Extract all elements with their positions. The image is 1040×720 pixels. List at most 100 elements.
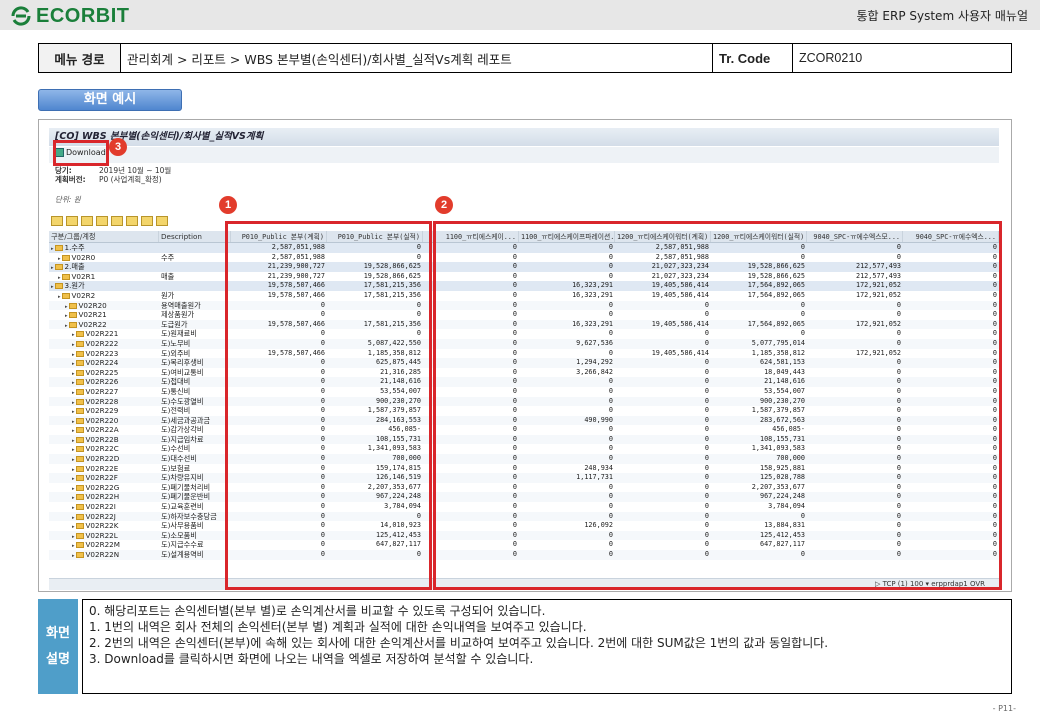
row-value: 0 bbox=[320, 550, 325, 558]
row-value: 0 bbox=[800, 310, 805, 319]
table-row[interactable]: ▸ V02R22K 도)사무용품비 0 14,010,923 0 126,092 0 13,88… bbox=[49, 521, 999, 531]
row-value: 700,000 bbox=[392, 454, 421, 463]
table-row[interactable]: ▸ V02R22A 도)감가상각비 0 456,085- 0 0 0 456,085- 0 0 bbox=[49, 425, 999, 435]
alv-tool-icon[interactable] bbox=[141, 216, 153, 226]
expand-icon[interactable]: ▸ bbox=[72, 389, 75, 397]
column-header[interactable]: 1100_ㅠ티에스케이... bbox=[423, 231, 519, 242]
alv-tool-icon[interactable] bbox=[126, 216, 138, 226]
expand-icon[interactable]: ▸ bbox=[72, 456, 75, 464]
expand-icon[interactable]: ▸ bbox=[72, 351, 75, 359]
table-row[interactable]: ▸ V02R1 매출 21,239,900,727 19,528,866,625 0 0 21… bbox=[49, 272, 999, 282]
expand-icon[interactable]: ▸ bbox=[72, 446, 75, 454]
column-header[interactable]: 1100_ㅠ티에스케이프파레이션... bbox=[519, 231, 615, 242]
plan-value: P0 (사업계획_확정) bbox=[99, 175, 162, 184]
expand-icon[interactable]: ▸ bbox=[72, 523, 75, 531]
expand-icon[interactable]: ▸ bbox=[72, 552, 75, 560]
table-row[interactable]: ▸ V02R22G 도)폐기물처리비 0 2,207,353,677 0 0 0 2,207,3… bbox=[49, 483, 999, 493]
expand-icon[interactable]: ▸ bbox=[58, 293, 61, 301]
column-header[interactable]: 1200_ㅠ티에스케이워터(실적) bbox=[711, 231, 807, 242]
expand-icon[interactable]: ▸ bbox=[72, 542, 75, 550]
table-row[interactable]: ▸ V02R221 도)원재료비 0 0 0 0 0 0 0 0 bbox=[49, 329, 999, 339]
expand-icon[interactable]: ▸ bbox=[72, 399, 75, 407]
column-header[interactable]: P010_Public 본부(실적) bbox=[327, 231, 423, 242]
expand-icon[interactable]: ▸ bbox=[72, 331, 75, 339]
table-row[interactable]: ▸ V02R22 도급원가 19,578,507,466 17,581,215,356 0… bbox=[49, 319, 999, 330]
column-header[interactable]: 9040_SPC-ㅠ에수엑스모... bbox=[807, 231, 903, 242]
table-row[interactable]: ▸ 1.수주 2,587,051,988 0 0 0 2,587,051,988 0 0 0 bbox=[49, 243, 999, 253]
table-row[interactable]: ▸ V02R22F 도)차량유지비 0 126,146,519 0 1,117,731 0 12… bbox=[49, 473, 999, 483]
table-row[interactable]: ▸ V02R22M 도)지급수수료 0 647,827,117 0 0 0 647,827,11… bbox=[49, 540, 999, 550]
table-row[interactable]: ▸ V02R22D 도)대수선비 0 700,000 0 0 0 700,000 0 0 bbox=[49, 454, 999, 464]
table-row[interactable]: ▸ V02R22I 도)교육훈련비 0 3,784,094 0 0 0 3,784,094 0 0 bbox=[49, 502, 999, 512]
table-row[interactable]: ▸ V02R227 도)통신비 0 53,554,007 0 0 0 53,554,007 0 0 bbox=[49, 387, 999, 397]
table-row[interactable]: ▸ V02R21 제상품원가 0 0 0 0 0 0 0 0 bbox=[49, 310, 999, 320]
table-row[interactable]: ▸ V02R22B 도)지급임차료 0 108,155,731 0 0 0 108,155,73… bbox=[49, 434, 999, 445]
row-value: 0 bbox=[512, 463, 517, 472]
table-row[interactable]: ▸ V02R229 도)전력비 0 1,587,379,857 0 0 0 1,587,379,… bbox=[49, 406, 999, 416]
expand-icon[interactable]: ▸ bbox=[65, 322, 68, 330]
table-row[interactable]: ▸ V02R20 용역매출원가 0 0 0 0 0 0 0 0 bbox=[49, 300, 999, 311]
column-header[interactable]: 구분/그룹/계정 bbox=[49, 231, 159, 242]
expand-icon[interactable]: ▸ bbox=[65, 303, 68, 311]
table-row[interactable]: ▸ V02R22L 도)소모품비 0 125,412,453 0 0 0 125,412,453… bbox=[49, 530, 999, 541]
expand-icon[interactable]: ▸ bbox=[72, 379, 75, 387]
expand-icon[interactable]: ▸ bbox=[72, 360, 75, 368]
column-header[interactable]: P010_Public 본부(계획) bbox=[231, 231, 327, 242]
row-code: ▸ V02R226 bbox=[49, 377, 159, 387]
table-row[interactable]: ▸ 2.매출 21,239,900,727 19,528,866,625 0 0 21,02… bbox=[49, 262, 999, 272]
expand-icon[interactable]: ▸ bbox=[72, 370, 75, 378]
table-row[interactable]: ▸ V02R22C 도)수선비 0 1,341,093,583 0 0 0 1,341,093,… bbox=[49, 444, 999, 454]
expand-icon[interactable]: ▸ bbox=[72, 408, 75, 416]
expand-icon[interactable]: ▸ bbox=[51, 245, 54, 253]
report-grid[interactable]: 구분/그룹/계정 Description P010_Public 본부(계획) P01… bbox=[49, 231, 999, 579]
table-row[interactable]: ▸ V02R22H 도)폐기물운반비 0 967,224,248 0 0 0 967,224,2… bbox=[49, 492, 999, 503]
alv-tool-icon[interactable] bbox=[81, 216, 93, 226]
expand-icon[interactable]: ▸ bbox=[72, 437, 75, 445]
table-row[interactable]: ▸ V02R223 도)외주비 19,578,507,466 1,185,358,812… bbox=[49, 349, 999, 359]
expand-icon[interactable]: ▸ bbox=[51, 283, 54, 291]
alv-tool-icon[interactable] bbox=[51, 216, 63, 226]
row-value: 967,224,248 bbox=[375, 492, 421, 501]
expand-icon[interactable]: ▸ bbox=[65, 312, 68, 320]
expand-icon[interactable]: ▸ bbox=[72, 418, 75, 426]
download-button[interactable]: Download bbox=[55, 148, 106, 157]
expand-icon[interactable]: ▸ bbox=[51, 264, 54, 272]
table-row[interactable]: ▸ V02R224 도)복리후생비 0 625,875,445 0 1,294,292 0 62… bbox=[49, 358, 999, 368]
table-row[interactable]: ▸ V02R222 도)노무비 0 5,087,422,550 0 9,627,536 0 5,… bbox=[49, 338, 999, 349]
table-row[interactable]: ▸ V02R0 수주 2,587,051,988 0 0 0 2,587,051,988 0 0 0 bbox=[49, 253, 999, 263]
row-code: ▸ V02R227 bbox=[49, 387, 159, 397]
expand-icon[interactable]: ▸ bbox=[72, 341, 75, 349]
column-header[interactable]: Description bbox=[159, 231, 231, 242]
expand-icon[interactable]: ▸ bbox=[58, 255, 61, 263]
table-row[interactable]: ▸ V02R22N 도)설계용역비 0 0 0 0 0 0 0 0 bbox=[49, 550, 999, 560]
row-description: 도)차량유지비 bbox=[161, 473, 204, 483]
table-row[interactable]: ▸ 3.원가 19,578,507,466 17,581,215,356 0 16,323… bbox=[49, 281, 999, 291]
expand-icon[interactable]: ▸ bbox=[72, 466, 75, 474]
row-value: 19,405,586,414 bbox=[651, 281, 709, 290]
table-row[interactable]: ▸ V02R220 도)세금과공과금 0 284,163,553 0 490,990 0 283… bbox=[49, 415, 999, 426]
folder-icon bbox=[61, 292, 70, 299]
expand-icon[interactable]: ▸ bbox=[72, 494, 75, 502]
table-row[interactable]: ▸ V02R228 도)수도광열비 0 900,230,270 0 0 0 900,230,27… bbox=[49, 396, 999, 407]
table-row[interactable]: ▸ V02R22E 도)보험료 0 159,174,815 0 248,934 0 158,92… bbox=[49, 464, 999, 474]
column-header[interactable]: 9040_SPC-ㅠ에수엑스... bbox=[903, 231, 999, 242]
expand-icon[interactable]: ▸ bbox=[72, 485, 75, 493]
table-row[interactable]: ▸ V02R2 원가 19,578,507,466 17,581,215,356 0 16,… bbox=[49, 291, 999, 301]
row-value: 0 bbox=[800, 329, 805, 338]
alv-tool-icon[interactable] bbox=[66, 216, 78, 226]
expand-icon[interactable]: ▸ bbox=[72, 427, 75, 435]
table-row[interactable]: ▸ V02R225 도)여비교통비 0 21,316,285 0 3,266,842 0 18,… bbox=[49, 368, 999, 378]
column-header[interactable]: 1200_ㅠ티에스케이워터(계획) bbox=[615, 231, 711, 242]
alv-tool-icon[interactable] bbox=[111, 216, 123, 226]
alv-tool-icon[interactable] bbox=[156, 216, 168, 226]
row-code-text: V02R224 bbox=[85, 358, 119, 368]
expand-icon[interactable]: ▸ bbox=[72, 514, 75, 522]
table-row[interactable]: ▸ V02R22J 도)하자보수충당금 0 0 0 0 0 0 0 0 bbox=[49, 511, 999, 522]
expand-icon[interactable]: ▸ bbox=[72, 475, 75, 483]
expand-icon[interactable]: ▸ bbox=[58, 274, 61, 282]
expand-icon[interactable]: ▸ bbox=[72, 504, 75, 512]
expand-icon[interactable]: ▸ bbox=[72, 533, 75, 541]
table-row[interactable]: ▸ V02R226 도)접대비 0 21,148,616 0 0 0 21,148,616 0 0 bbox=[49, 377, 999, 387]
row-value: 0 bbox=[704, 406, 709, 415]
alv-tool-icon[interactable] bbox=[96, 216, 108, 226]
